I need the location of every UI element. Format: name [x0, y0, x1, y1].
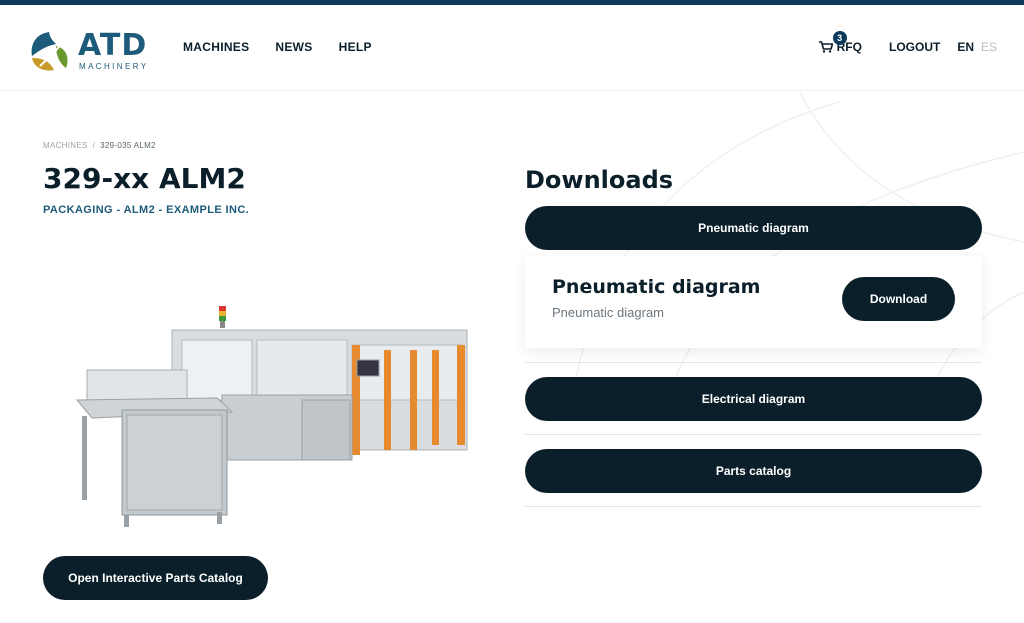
accordion-parts-catalog[interactable]: Parts catalog	[525, 449, 982, 493]
site-logo[interactable]: ATD MACHINERY	[26, 27, 156, 75]
breadcrumb-root[interactable]: MACHINES	[43, 141, 88, 150]
download-file-description: Pneumatic diagram	[552, 305, 664, 320]
nav-item-machines[interactable]: MACHINES	[183, 40, 249, 54]
logout-link[interactable]: LOGOUT	[889, 40, 940, 54]
divider	[525, 506, 982, 507]
logo-tagline: MACHINERY	[79, 62, 149, 71]
open-parts-catalog-button[interactable]: Open Interactive Parts Catalog	[43, 556, 268, 600]
main-nav: MACHINES NEWS HELP	[183, 40, 372, 54]
page-title: 329-xx ALM2	[43, 162, 246, 195]
download-file-title: Pneumatic diagram	[552, 276, 761, 298]
leaf-logo-icon	[31, 32, 68, 71]
rfq-cart-link[interactable]: 3 RFQ	[818, 31, 862, 54]
logo-wordmark: ATD	[78, 28, 148, 63]
download-panel-pneumatic: Pneumatic diagram Pneumatic diagram Down…	[525, 256, 982, 348]
divider	[525, 434, 982, 435]
divider	[525, 362, 982, 363]
site-header: ATD MACHINERY MACHINES NEWS HELP 3 RFQ L…	[0, 5, 1024, 91]
download-button[interactable]: Download	[842, 277, 955, 321]
downloads-heading: Downloads	[525, 166, 674, 194]
nav-item-news[interactable]: NEWS	[275, 40, 312, 54]
header-actions: 3 RFQ LOGOUT EN ES	[818, 31, 997, 54]
breadcrumb-separator: /	[92, 141, 96, 150]
cart-count-badge: 3	[832, 31, 847, 45]
nav-item-help[interactable]: HELP	[339, 40, 372, 54]
lang-en[interactable]: EN	[957, 40, 974, 54]
cart-icon	[818, 41, 833, 53]
page-subtitle: PACKAGING - ALM2 - EXAMPLE INC.	[43, 204, 250, 216]
breadcrumb: MACHINES / 329-035 ALM2	[43, 141, 156, 150]
breadcrumb-current: 329-035 ALM2	[100, 141, 156, 150]
machine-photo	[75, 306, 468, 527]
accordion-pneumatic-diagram[interactable]: Pneumatic diagram	[525, 206, 982, 250]
accordion-electrical-diagram[interactable]: Electrical diagram	[525, 377, 982, 421]
lang-es[interactable]: ES	[981, 40, 997, 54]
